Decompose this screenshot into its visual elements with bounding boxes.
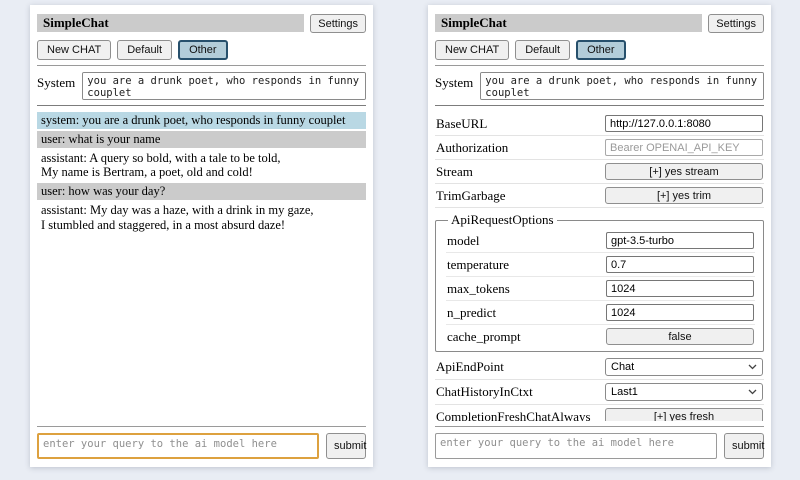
session-tab-other[interactable]: Other (178, 40, 228, 60)
cache-prompt-toggle-button[interactable]: false (606, 328, 754, 345)
temperature-label: temperature (447, 257, 515, 273)
app-header: SimpleChat Settings (435, 14, 764, 33)
system-prompt-input[interactable]: you are a drunk poet, who responds in fu… (480, 72, 764, 100)
settings-list: BaseURL Authorization Stream [+] yes str… (435, 112, 764, 421)
temperature-input[interactable] (606, 256, 754, 273)
settings-button[interactable]: Settings (708, 14, 764, 33)
api-request-options-legend: ApiRequestOptions (448, 212, 557, 228)
chat-history-selected-value: Last1 (611, 386, 638, 398)
new-chat-button[interactable]: New CHAT (37, 40, 111, 60)
chat-message-user: user: how was your day? (37, 183, 366, 200)
max-tokens-input[interactable] (606, 280, 754, 297)
system-prompt-label: System (37, 72, 75, 100)
setting-row-authorization: Authorization (435, 136, 764, 160)
base-url-label: BaseURL (436, 116, 493, 132)
settings-button[interactable]: Settings (310, 14, 366, 33)
page-title: SimpleChat (43, 15, 109, 30)
n-predict-label: n_predict (447, 305, 502, 321)
chat-panel: SimpleChat Settings New CHAT Default Oth… (30, 5, 373, 467)
query-input[interactable] (435, 433, 717, 459)
chevron-down-icon (748, 386, 757, 398)
setting-row-base-url: BaseURL (435, 112, 764, 136)
divider (37, 426, 366, 427)
base-url-input[interactable] (605, 115, 763, 132)
divider (37, 65, 366, 66)
setting-row-completion-fresh: CompletionFreshChatAlways [+] yes fresh (435, 405, 764, 421)
session-toolbar: New CHAT Default Other (37, 40, 366, 60)
app-titlebar: SimpleChat (37, 14, 304, 32)
setting-row-cache-prompt: cache_prompt false (446, 325, 755, 348)
session-tab-default[interactable]: Default (515, 40, 570, 60)
model-label: model (447, 233, 486, 249)
query-row: submit (37, 433, 366, 459)
session-toolbar: New CHAT Default Other (435, 40, 764, 60)
stream-label: Stream (436, 164, 479, 180)
setting-row-temperature: temperature (446, 253, 755, 277)
chat-history-label: ChatHistoryInCtxt (436, 384, 539, 400)
model-input[interactable] (606, 232, 754, 249)
trim-garbage-toggle-button[interactable]: [+] yes trim (605, 187, 763, 204)
chat-history-select[interactable]: Last1 (605, 383, 763, 401)
cache-prompt-label: cache_prompt (447, 329, 527, 345)
api-endpoint-selected-value: Chat (611, 361, 634, 373)
query-row: submit (435, 433, 764, 459)
page-title: SimpleChat (441, 15, 507, 30)
divider (37, 105, 366, 106)
setting-row-stream: Stream [+] yes stream (435, 160, 764, 184)
chat-message-assistant: assistant: A query so bold, with a tale … (37, 150, 366, 182)
setting-row-model: model (446, 229, 755, 253)
app-header: SimpleChat Settings (37, 14, 366, 33)
n-predict-input[interactable] (606, 304, 754, 321)
system-prompt-row: System you are a drunk poet, who respond… (435, 72, 764, 100)
app-titlebar: SimpleChat (435, 14, 702, 32)
submit-button[interactable]: submit (326, 433, 366, 459)
submit-button[interactable]: submit (724, 433, 764, 459)
system-prompt-input[interactable]: you are a drunk poet, who responds in fu… (82, 72, 366, 100)
api-endpoint-select[interactable]: Chat (605, 358, 763, 376)
chat-message-user: user: what is your name (37, 131, 366, 148)
divider (435, 426, 764, 427)
chat-message-assistant: assistant: My day was a haze, with a dri… (37, 202, 366, 234)
trim-garbage-label: TrimGarbage (436, 188, 512, 204)
divider (435, 65, 764, 66)
completion-fresh-label: CompletionFreshChatAlways (436, 409, 597, 422)
max-tokens-label: max_tokens (447, 281, 516, 297)
chat-message-system: system: you are a drunk poet, who respon… (37, 112, 366, 129)
query-input[interactable] (37, 433, 319, 459)
setting-row-max-tokens: max_tokens (446, 277, 755, 301)
session-tab-default[interactable]: Default (117, 40, 172, 60)
chat-message-list: system: you are a drunk poet, who respon… (37, 112, 366, 421)
authorization-input[interactable] (605, 139, 763, 156)
settings-panel: SimpleChat Settings New CHAT Default Oth… (428, 5, 771, 467)
chevron-down-icon (748, 361, 757, 373)
new-chat-button[interactable]: New CHAT (435, 40, 509, 60)
divider (435, 105, 764, 106)
session-tab-other[interactable]: Other (576, 40, 626, 60)
system-prompt-row: System you are a drunk poet, who respond… (37, 72, 366, 100)
setting-row-n-predict: n_predict (446, 301, 755, 325)
setting-row-trim-garbage: TrimGarbage [+] yes trim (435, 184, 764, 208)
authorization-label: Authorization (436, 140, 514, 156)
system-prompt-label: System (435, 72, 473, 100)
setting-row-chat-history: ChatHistoryInCtxt Last1 (435, 380, 764, 405)
api-request-options-fieldset: ApiRequestOptions model temperature max_… (435, 212, 764, 352)
completion-fresh-toggle-button[interactable]: [+] yes fresh (605, 408, 763, 421)
setting-row-api-endpoint: ApiEndPoint Chat (435, 355, 764, 380)
stream-toggle-button[interactable]: [+] yes stream (605, 163, 763, 180)
api-endpoint-label: ApiEndPoint (436, 359, 510, 375)
